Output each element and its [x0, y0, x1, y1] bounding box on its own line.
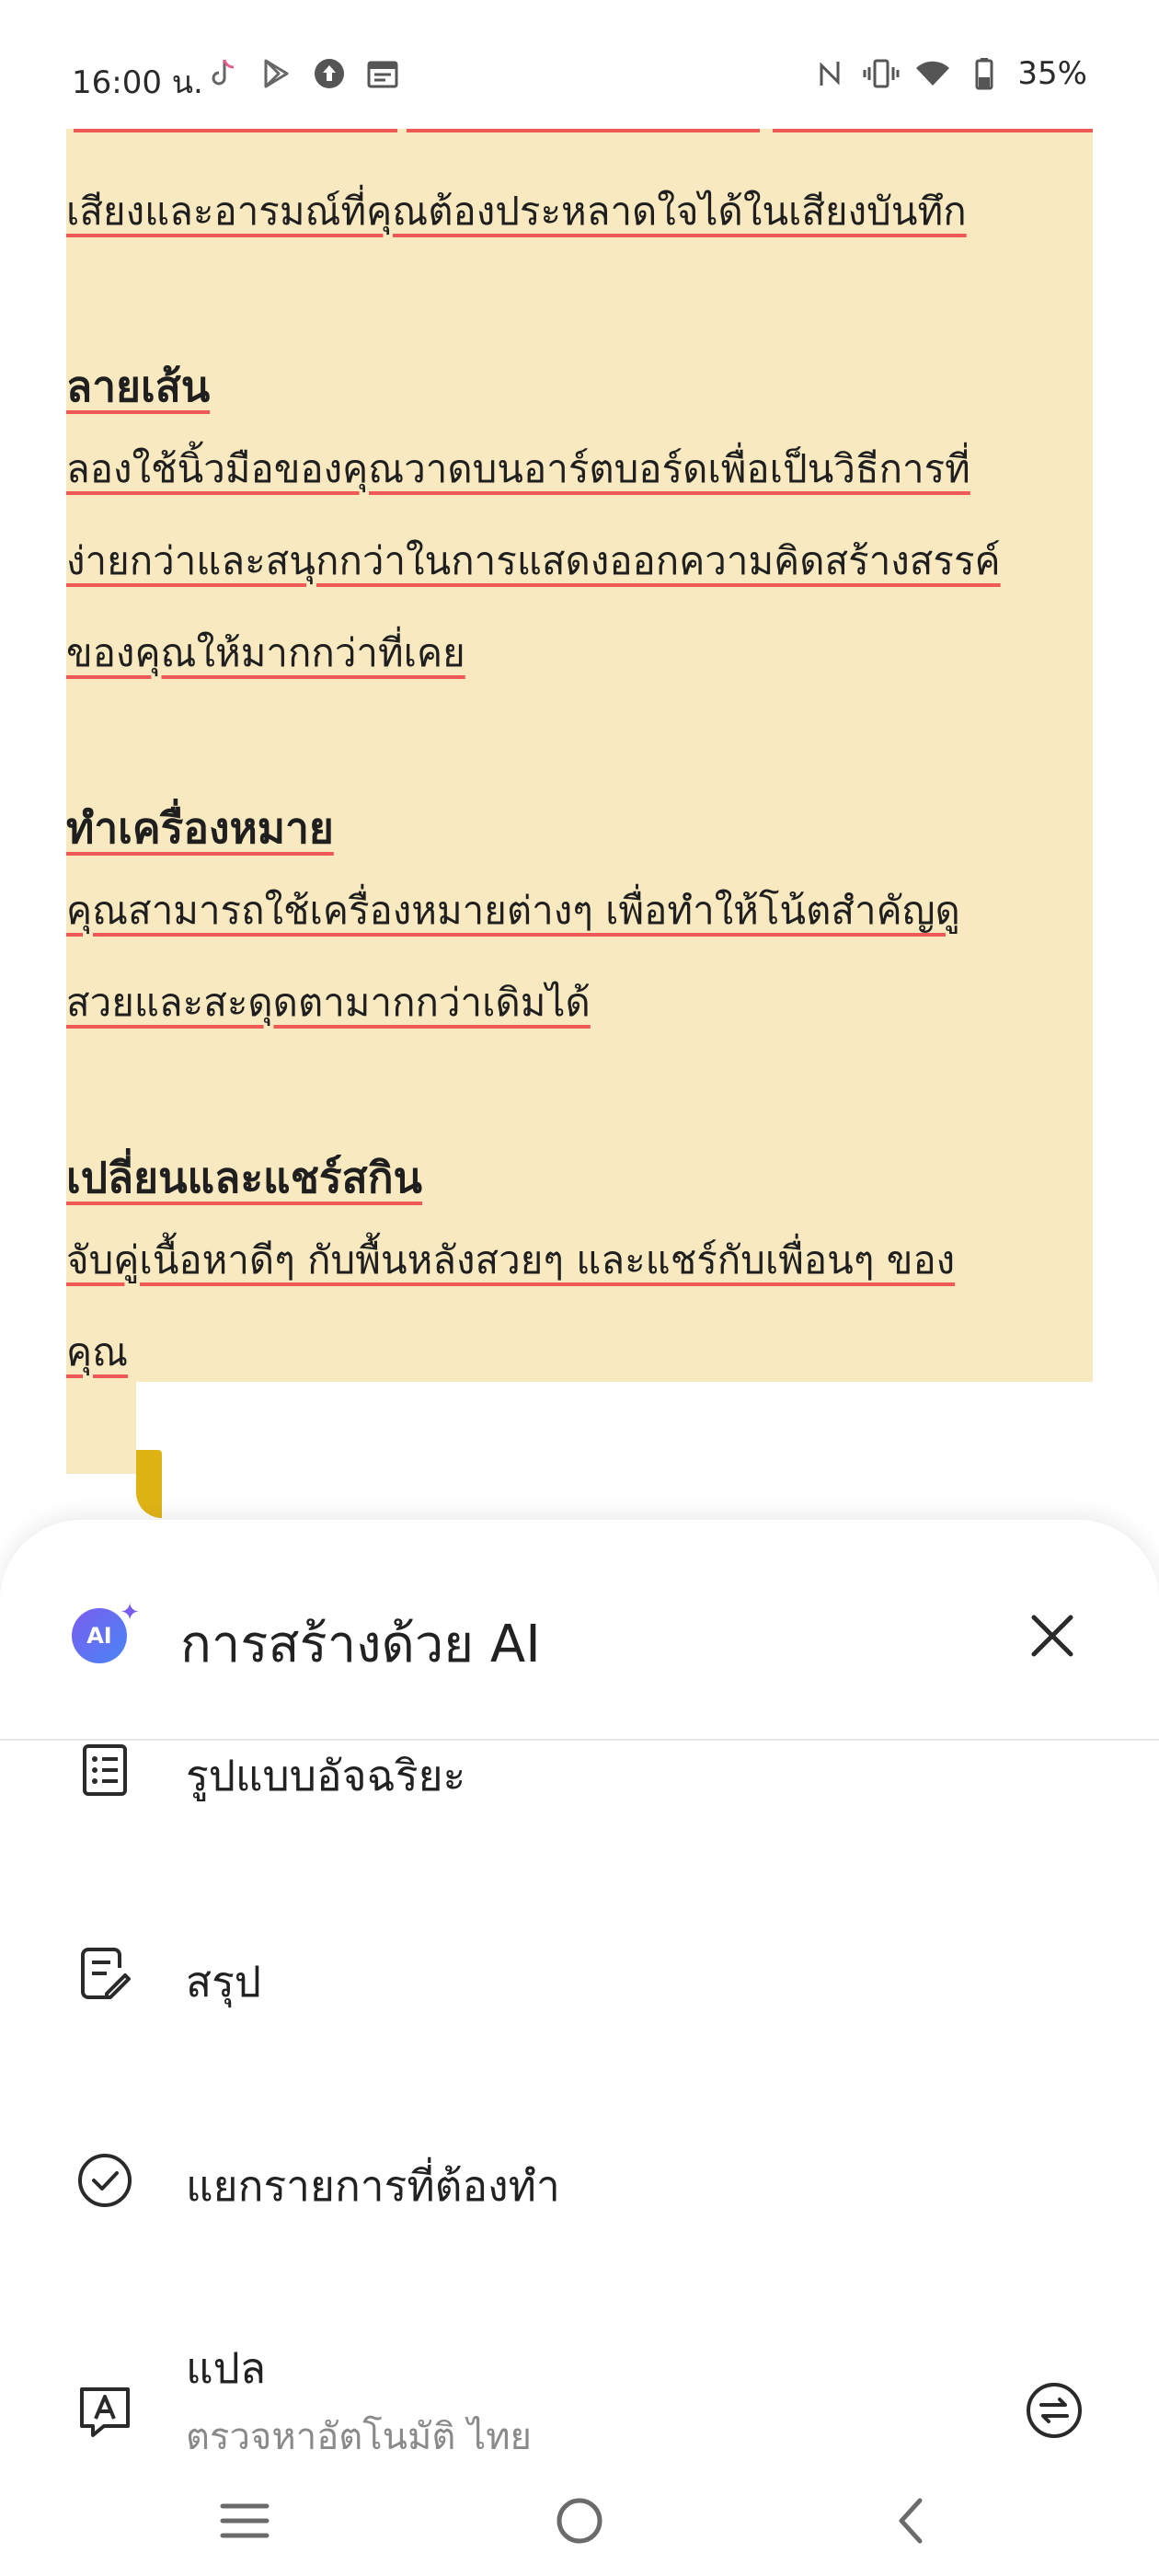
back-icon	[899, 2498, 923, 2544]
status-bar: 16:00 น. 35%	[0, 0, 1159, 129]
status-time: 16:00 น.	[72, 64, 203, 101]
battery-icon	[966, 55, 1003, 92]
home-button[interactable]	[534, 2475, 625, 2567]
note-line: สวยและสะดุดตามากกว่าเดิมได้	[66, 980, 591, 1025]
translate-icon	[72, 2379, 138, 2445]
section-heading: เปลี่ยนและแชร์สกิน	[66, 1153, 423, 1202]
note-line: ลองใช้นิ้วมือของคุณวาดบนอาร์ตบอร์ดเพื่อเ…	[66, 446, 970, 491]
note-line: ของคุณให้มากกว่าที่เคย	[66, 630, 465, 675]
underline-gap	[397, 129, 407, 132]
menu-item-extract-todo[interactable]: แยกรายการที่ต้องทำ	[0, 2138, 1159, 2304]
battery-percentage: 35%	[1017, 55, 1087, 92]
wifi-icon	[914, 55, 951, 92]
swap-icon	[1027, 2383, 1082, 2438]
notification-icons	[204, 55, 401, 92]
underline-gap	[760, 129, 773, 132]
note-body[interactable]: เสียงและอารมณ์ที่คุณต้องประหลาดใจได้ในเส…	[66, 166, 1093, 1398]
menu-item-smart-format[interactable]: รูปแบบอัจฉริยะ	[0, 1737, 1159, 1903]
system-status-icons: 35%	[811, 55, 1087, 92]
home-icon	[557, 2498, 602, 2544]
note-editor[interactable]: เสียงและอารมณ์ที่คุณต้องประหลาดใจได้ในเส…	[0, 129, 1159, 1527]
sparkle-icon: ✦	[120, 1599, 140, 1627]
ai-sparkle-icon: AI ✦	[72, 1599, 140, 1663]
close-button[interactable]	[1019, 1603, 1085, 1669]
note-line: เสียงและอารมณ์ที่คุณต้องประหลาดใจได้ในเส…	[66, 189, 967, 234]
menu-item-summary[interactable]: สรุป	[0, 1934, 1159, 2099]
vibrate-icon	[863, 55, 900, 92]
language-swap-button[interactable]	[1019, 2375, 1089, 2445]
navigation-bar	[0, 2466, 1159, 2576]
check-circle-icon	[72, 2147, 138, 2214]
list-icon	[72, 1737, 138, 1803]
play-store-icon	[258, 55, 294, 92]
ai-creation-sheet: AI ✦ การสร้างด้วย AI รูปแบบอัจฉริยะ สรุป…	[0, 1520, 1159, 2576]
note-line: คุณสามารถใช้เครื่องหมายต่างๆ เพื่อทำให้โ…	[66, 888, 960, 933]
ai-badge-label: AI	[86, 1623, 112, 1649]
note-line: คุณ	[66, 1329, 129, 1374]
recent-apps-button[interactable]	[199, 2475, 291, 2567]
menu-label: แปล	[186, 2343, 267, 2393]
section-heading: ลายเส้น	[66, 362, 211, 411]
calendar-icon	[364, 55, 401, 92]
menu-icon	[220, 2503, 270, 2538]
menu-label: สรุป	[186, 1957, 261, 2007]
nfc-icon	[811, 55, 848, 92]
section-heading: ทำเครื่องหมาย	[66, 803, 334, 853]
sheet-header: AI ✦ การสร้างด้วย AI	[0, 1520, 1159, 1741]
note-line: จับคู่เนื้อหาดีๆ กับพื้นหลังสวยๆ และแชร์…	[66, 1237, 956, 1282]
menu-label: รูปแบบอัจฉริยะ	[186, 1751, 466, 1800]
close-icon	[1031, 1615, 1073, 1657]
translate-language-detect: ตรวจหาอัตโนมัติ ไทย	[186, 2416, 532, 2458]
selection-handle[interactable]	[136, 1450, 162, 1518]
tiktok-icon	[204, 55, 241, 92]
sheet-title: การสร้างด้วย AI	[180, 1615, 541, 1674]
upload-icon	[311, 55, 348, 92]
menu-label: แยกรายการที่ต้องทำ	[186, 2161, 560, 2211]
summary-icon	[72, 1941, 138, 2007]
note-line: ง่ายกว่าและสนุกกว่าในการแสดงออกความคิดสร…	[66, 538, 1001, 583]
underline-fragment	[74, 129, 1093, 132]
back-button[interactable]	[865, 2475, 957, 2567]
